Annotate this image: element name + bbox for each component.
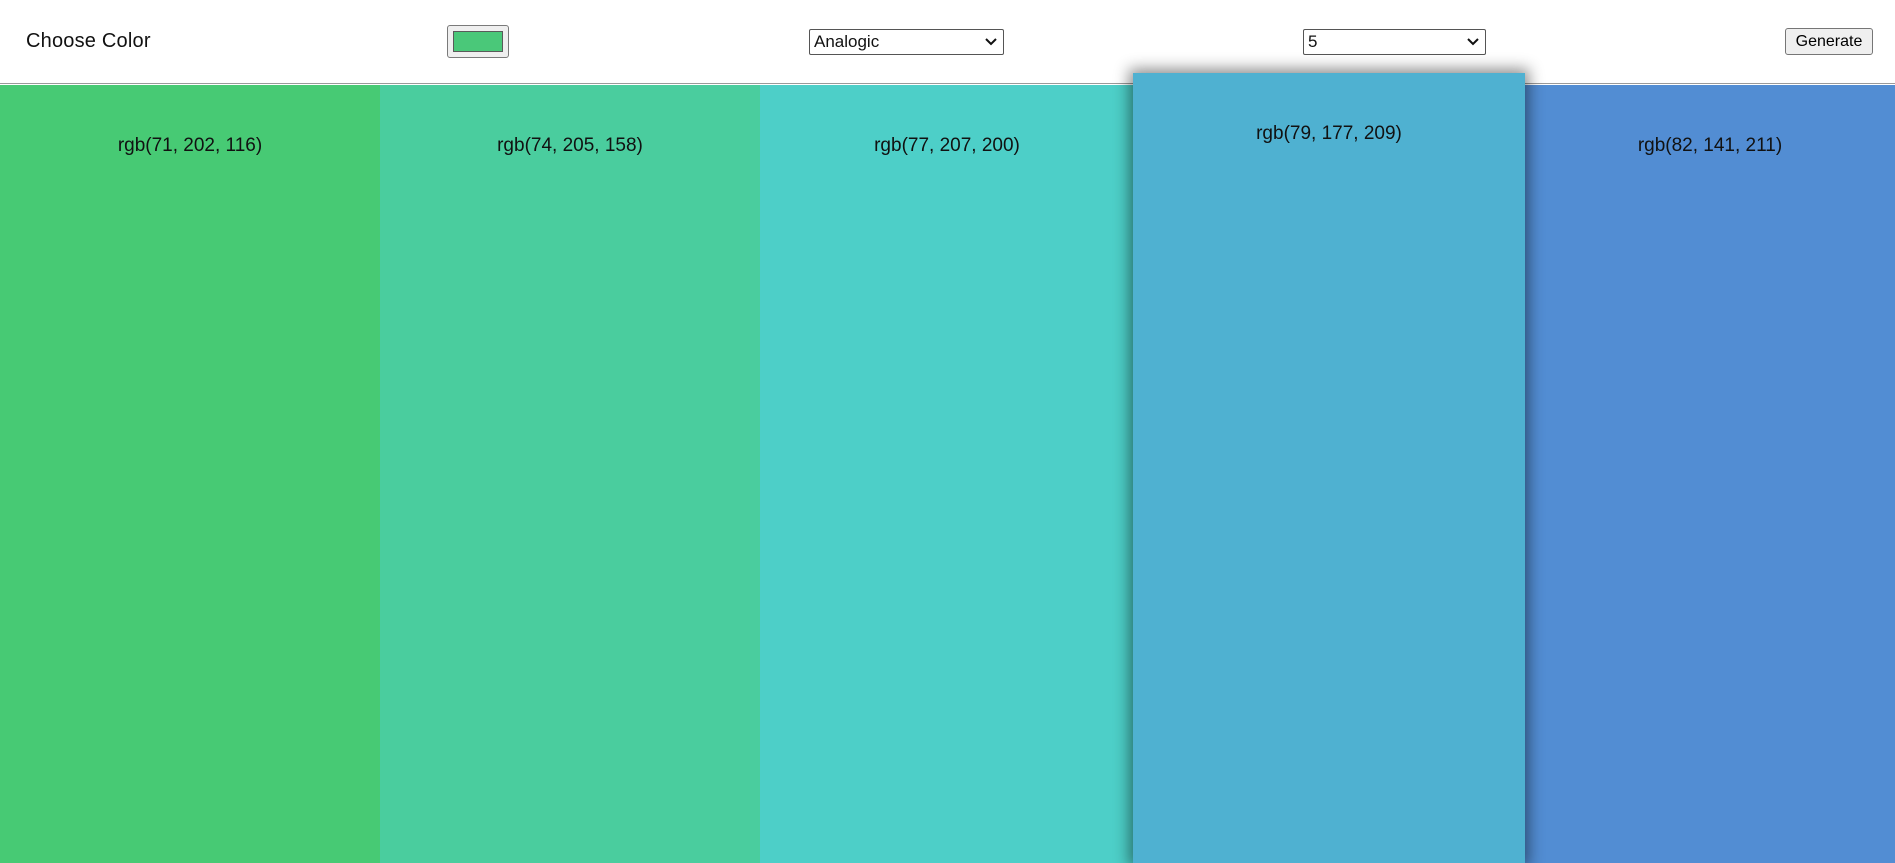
scheme-mode-value: Analogic bbox=[814, 32, 880, 51]
color-picker-input[interactable] bbox=[447, 25, 509, 58]
scheme-mode-select[interactable]: Analogic bbox=[809, 29, 1004, 55]
color-column[interactable]: rgb(77, 207, 200) bbox=[760, 85, 1134, 863]
color-column[interactable]: rgb(74, 205, 158) bbox=[380, 85, 760, 863]
generate-button[interactable]: Generate bbox=[1785, 28, 1873, 55]
color-count-select[interactable]: 5 bbox=[1303, 29, 1486, 55]
color-column[interactable]: rgb(71, 202, 116) bbox=[0, 85, 380, 863]
color-column[interactable]: rgb(82, 141, 211) bbox=[1525, 85, 1895, 863]
chevron-down-icon bbox=[985, 38, 997, 46]
color-rgb-label: rgb(71, 202, 116) bbox=[117, 135, 263, 156]
chevron-down-icon bbox=[1467, 38, 1479, 46]
color-rgb-label: rgb(79, 177, 209) bbox=[1256, 123, 1402, 144]
color-rgb-label: rgb(77, 207, 200) bbox=[874, 135, 1020, 156]
page-title: Choose Color bbox=[26, 30, 151, 52]
color-column-highlighted[interactable]: rgb(79, 177, 209) bbox=[1133, 73, 1525, 863]
color-rgb-label: rgb(82, 141, 211) bbox=[1637, 135, 1783, 156]
toolbar: Choose Color Analogic 5 Generate bbox=[0, 0, 1895, 84]
color-rgb-label: rgb(74, 205, 158) bbox=[497, 135, 643, 156]
color-picker-swatch bbox=[453, 31, 503, 52]
color-count-value: 5 bbox=[1308, 32, 1318, 51]
color-palette: rgb(71, 202, 116) rgb(74, 205, 158) rgb(… bbox=[0, 73, 1895, 863]
